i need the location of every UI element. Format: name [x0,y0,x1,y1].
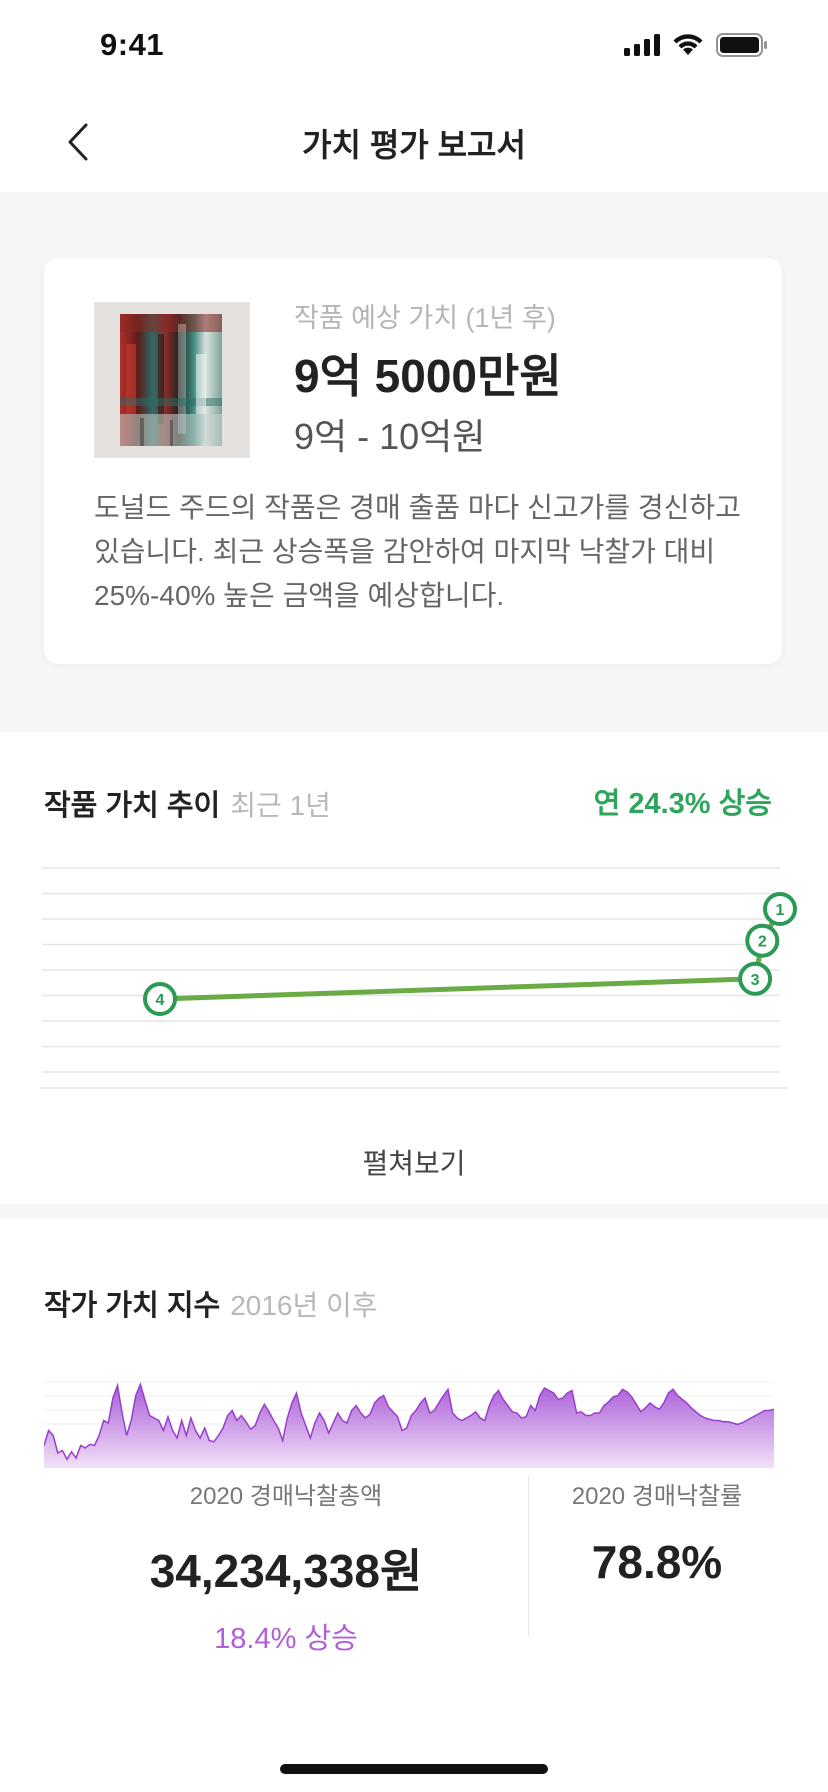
value-trend-section: 작품 가치 추이 최근 1년 연 24.3% 상승 4 3 21 펼쳐보기 [0,732,828,1204]
wifi-icon [673,34,703,55]
artwork-image [120,314,222,446]
nav-bar: 가치 평가 보고서 [0,90,828,192]
estimate-label: 작품 예상 가치 (1년 후) [294,303,556,333]
status-time: 9:41 [100,27,165,62]
stat-sale-rate: 2020 경매낙찰률 78.8% [530,1476,784,1589]
artwork-thumbnail[interactable] [94,302,250,458]
estimate-value: 9억 5000만원 [294,350,562,402]
trend-series-line [157,900,787,1002]
home-indicator [280,1764,548,1774]
expand-button[interactable]: 펼쳐보기 [0,1142,828,1182]
valuation-description: 도널드 주드의 작품은 경매 출품 마다 신고가를 경신하고 있습니다. 최근 … [94,492,741,611]
trend-badge: 연 24.3% 상승 [593,788,772,820]
status-icons [624,33,768,57]
section-divider [0,1204,828,1218]
valuation-card: 작품 예상 가치 (1년 후) 9억 5000만원 9억 - 10억원 도널드 … [44,258,782,664]
stat-sale-rate-value: 78.8% [591,1536,723,1588]
battery-icon [716,33,767,57]
stat-divider [528,1476,529,1636]
value-trend-chart: 4 3 21 [40,867,797,1089]
trend-subtitle: 최근 1년 [230,790,331,821]
stat-total-sales-value: 34,234,338원 [149,1545,423,1597]
stat-total-sales: 2020 경매낙찰총액 34,234,338원 18.4% 상승 [44,1476,528,1657]
index-title: 작가 가치 지수 2016년 이후 [44,1282,378,1324]
artist-index-chart [44,1381,774,1468]
estimate-range: 9억 - 10억원 [294,416,486,457]
artist-index-section: 작가 가치 지수 2016년 이후 2020 경매낙찰총액 34,234,338원… [0,1218,828,1792]
trend-point-label-4: 4 [156,992,165,1009]
trend-annotation-label-1: 1 [776,902,785,919]
trend-title: 작품 가치 추이 최근 1년 [44,782,331,824]
trend-point-label-2: 2 [758,934,767,951]
stat-total-sales-label: 2020 경매낙찰총액 [189,1483,383,1510]
index-area-fill [44,1384,774,1468]
stat-total-sales-change: 18.4% 상승 [214,1623,358,1655]
trend-title-text: 작품 가치 추이 [44,790,221,822]
page-title: 가치 평가 보고서 [302,127,526,163]
trend-point-label-3: 3 [751,972,760,989]
signal-icon [624,34,660,56]
status-bar: 9:41 [0,0,828,90]
index-subtitle: 2016년 이후 [230,1290,378,1321]
stat-sale-rate-label: 2020 경매낙찰률 [571,1483,743,1510]
index-title-text: 작가 가치 지수 [44,1290,221,1322]
